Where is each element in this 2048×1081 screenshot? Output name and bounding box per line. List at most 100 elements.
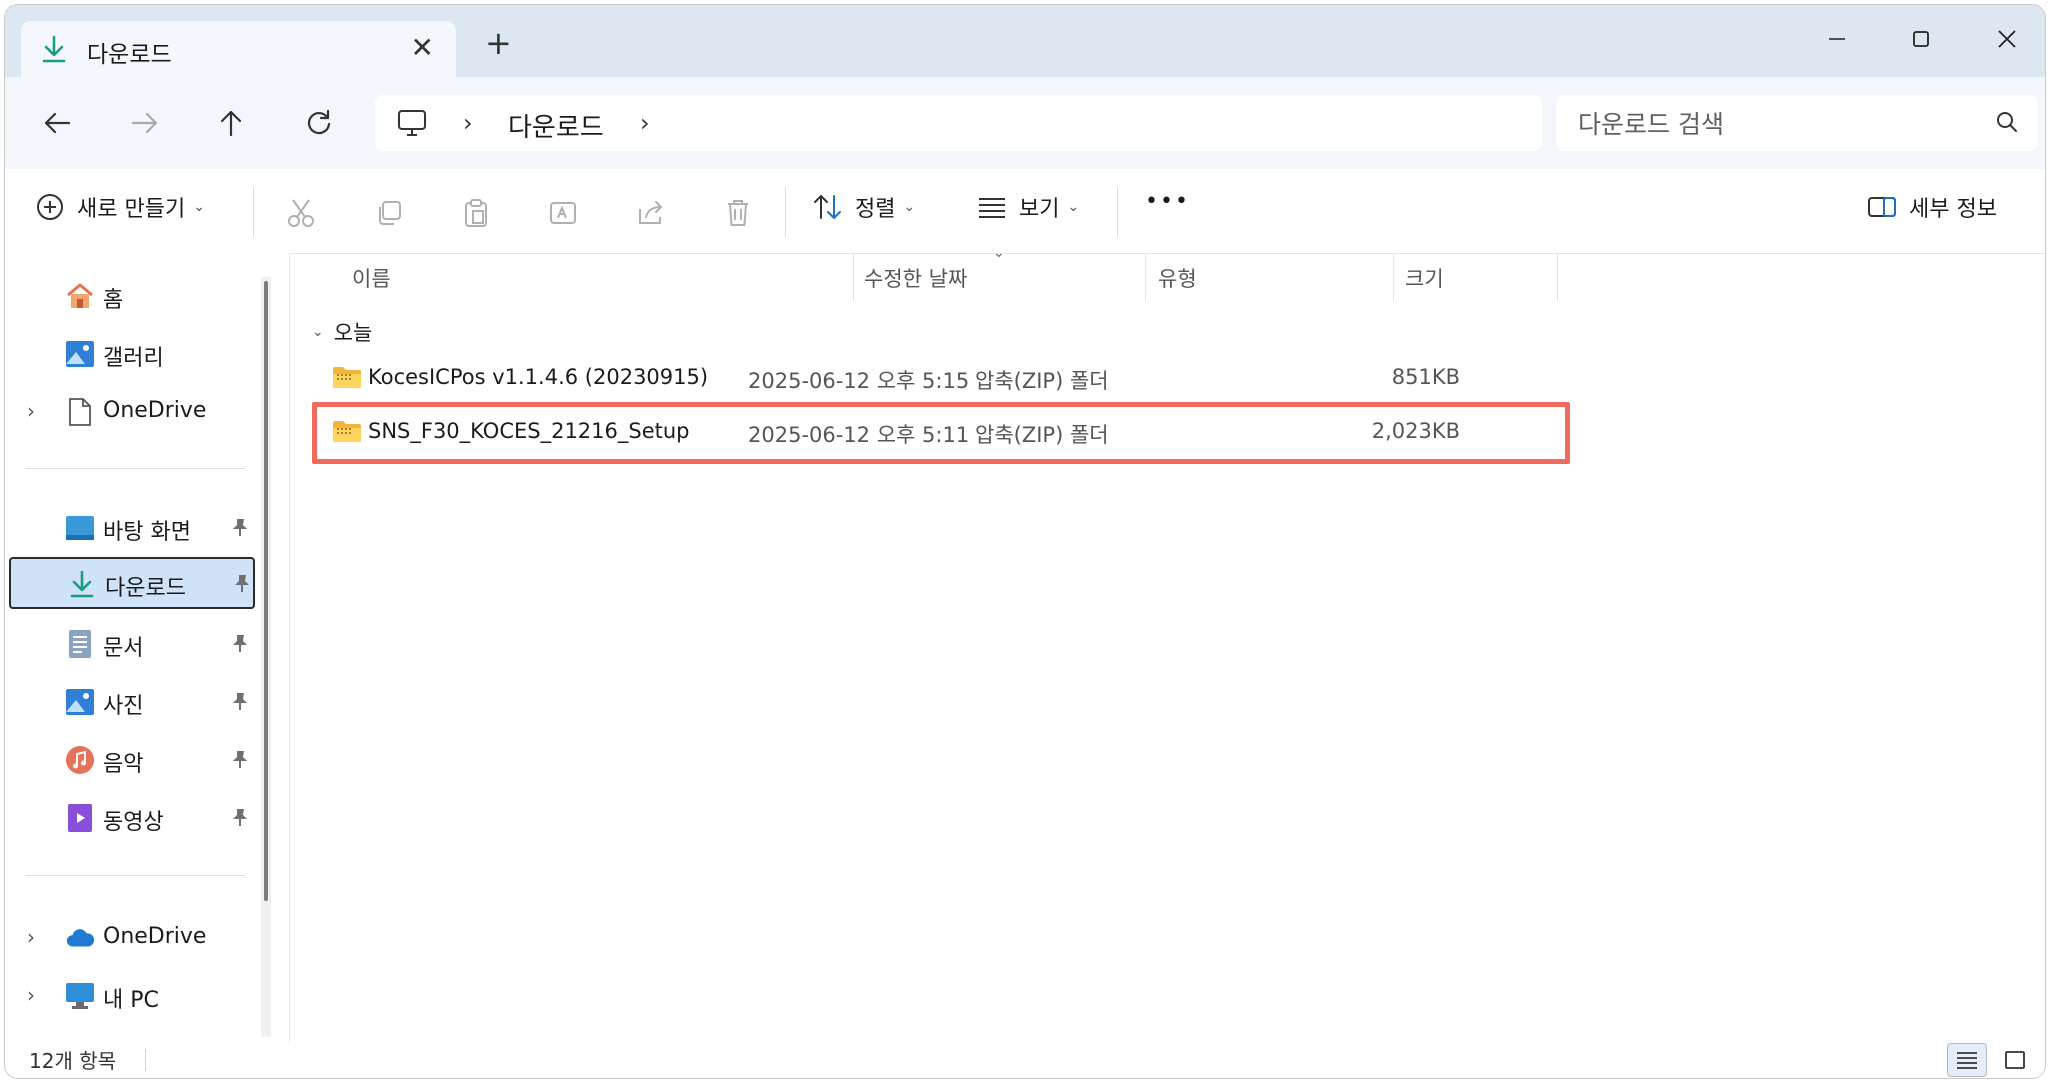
- sidebar-item-label: OneDrive: [103, 398, 207, 423]
- tab-title: 다운로드: [87, 42, 172, 68]
- copy-button[interactable]: [373, 197, 405, 229]
- status-bar: 12개 항목: [5, 1043, 2045, 1078]
- sidebar-item-label: 사진: [103, 694, 144, 719]
- monitor-icon[interactable]: [397, 109, 427, 141]
- view-button[interactable]: 보기 ⌄: [977, 191, 1079, 223]
- forward-button[interactable]: [123, 101, 167, 145]
- sidebar-item-this-pc[interactable]: › 내 PC: [5, 969, 255, 1021]
- sidebar-scrollbar[interactable]: [261, 277, 271, 1037]
- details-view-icon: [1957, 1052, 1977, 1069]
- search-input[interactable]: [1576, 103, 1960, 145]
- sidebar-item-onedrive[interactable]: › OneDrive: [5, 911, 255, 963]
- column-divider[interactable]: [1393, 253, 1394, 301]
- pin-icon[interactable]: [231, 807, 249, 831]
- chevron-right-icon[interactable]: ›: [27, 983, 35, 1007]
- sidebar-item-videos[interactable]: 동영상: [5, 791, 255, 843]
- pin-icon[interactable]: [231, 749, 249, 773]
- rename-button[interactable]: [547, 197, 579, 229]
- column-divider[interactable]: [853, 253, 854, 301]
- sidebar-item-pictures[interactable]: 사진: [5, 675, 255, 727]
- plus-circle-icon: [37, 194, 63, 220]
- sidebar-item-label: 음악: [103, 752, 144, 777]
- file-size: 851KB: [1391, 365, 1460, 389]
- chevron-right-icon[interactable]: ›: [27, 925, 35, 949]
- tab-downloads[interactable]: 다운로드 ✕: [21, 21, 456, 77]
- pictures-icon: [65, 687, 95, 717]
- new-tab-button[interactable]: +: [485, 27, 512, 59]
- paste-button[interactable]: [460, 197, 492, 229]
- details-label: 세부 정보: [1909, 197, 1997, 222]
- sidebar-item-label: 바탕 화면: [103, 520, 191, 545]
- download-icon: [67, 569, 97, 599]
- more-options-button[interactable]: •••: [1145, 189, 1190, 214]
- sort-button[interactable]: 정렬 ⌄: [813, 191, 915, 223]
- music-icon: [65, 745, 95, 775]
- sidebar-divider: [25, 468, 245, 469]
- column-header-date[interactable]: 수정한 날짜: [864, 263, 967, 293]
- large-icons-view-button[interactable]: [1995, 1043, 2035, 1077]
- back-button[interactable]: [35, 101, 79, 145]
- cut-button[interactable]: [285, 197, 317, 229]
- column-header-name[interactable]: 이름: [352, 263, 391, 293]
- column-header-size[interactable]: 크기: [1405, 263, 1444, 293]
- home-icon: [65, 281, 95, 311]
- copy-icon: [379, 201, 401, 225]
- toolbar-divider: [785, 187, 786, 237]
- videos-icon: [65, 803, 95, 833]
- sidebar-item-onedrive-personal[interactable]: › OneDrive: [5, 385, 255, 437]
- document-icon: [65, 397, 95, 427]
- address-bar[interactable]: › 다운로드 ›: [375, 95, 1542, 151]
- refresh-button[interactable]: [297, 101, 341, 145]
- breadcrumb-separator[interactable]: ›: [463, 109, 473, 137]
- breadcrumb-downloads[interactable]: 다운로드: [508, 107, 604, 144]
- sidebar-item-desktop[interactable]: 바탕 화면: [5, 501, 255, 553]
- group-header-today[interactable]: ⌄ 오늘: [312, 317, 372, 347]
- navigation-bar: › 다운로드 ›: [5, 77, 2045, 169]
- title-bar: 다운로드 ✕ +: [5, 5, 2045, 77]
- new-button[interactable]: 새로 만들기 ⌄: [35, 191, 205, 223]
- status-divider: [145, 1049, 146, 1071]
- sidebar-item-gallery[interactable]: 갤러리: [5, 327, 255, 379]
- maximize-button[interactable]: [1901, 19, 1941, 59]
- more-icon: •••: [1145, 189, 1190, 214]
- desktop-icon: [65, 513, 95, 543]
- item-count: 12개 항목: [29, 1049, 117, 1073]
- sidebar-item-home[interactable]: 홈: [5, 269, 255, 321]
- search-icon[interactable]: [1996, 111, 2018, 137]
- minimize-button[interactable]: [1817, 19, 1857, 59]
- chevron-right-icon[interactable]: ›: [27, 399, 35, 423]
- details-view-button[interactable]: [1947, 1043, 1987, 1077]
- pin-icon[interactable]: [231, 691, 249, 715]
- pin-icon[interactable]: [233, 573, 251, 597]
- up-button[interactable]: [209, 101, 253, 145]
- share-icon: [639, 201, 663, 224]
- file-list: 이름 ⌄ 수정한 날짜 유형 크기 ⌄ 오늘 KocesICPos v1.1.4…: [290, 245, 2045, 1043]
- arrow-right-icon: [131, 112, 158, 134]
- column-divider[interactable]: [1145, 253, 1146, 301]
- sidebar-item-downloads[interactable]: 다운로드: [9, 557, 255, 609]
- pin-icon[interactable]: [231, 633, 249, 657]
- command-bar: 새로 만들기 ⌄ 정렬 ⌄ 보기 ⌄ ••• 세부 정보: [5, 169, 2045, 254]
- sidebar-item-label: 문서: [103, 636, 144, 661]
- delete-button[interactable]: [722, 197, 754, 229]
- documents-icon: [65, 629, 95, 659]
- search-box[interactable]: [1556, 95, 2038, 151]
- sort-icon: [814, 194, 841, 220]
- pin-icon[interactable]: [231, 517, 249, 541]
- sidebar-item-documents[interactable]: 문서: [5, 617, 255, 669]
- sort-indicator-icon: ⌄: [993, 245, 1005, 261]
- details-pane-button[interactable]: 세부 정보: [1867, 191, 1997, 223]
- chevron-down-icon: ⌄: [193, 199, 205, 215]
- close-window-button[interactable]: [1987, 19, 2027, 59]
- share-button[interactable]: [635, 197, 667, 229]
- column-divider[interactable]: [1557, 253, 1558, 301]
- scrollbar-thumb[interactable]: [264, 281, 268, 901]
- breadcrumb-separator[interactable]: ›: [640, 109, 650, 137]
- sidebar-item-music[interactable]: 음악: [5, 733, 255, 785]
- file-name: KocesICPos v1.1.4.6 (20230915): [368, 365, 709, 389]
- column-header-type[interactable]: 유형: [1158, 263, 1197, 293]
- new-button-label: 새로 만들기: [77, 197, 186, 222]
- close-icon[interactable]: ✕: [411, 31, 434, 64]
- chevron-down-icon: ⌄: [312, 324, 324, 340]
- file-row[interactable]: KocesICPos v1.1.4.6 (20230915) 2025-06-1…: [312, 353, 1572, 403]
